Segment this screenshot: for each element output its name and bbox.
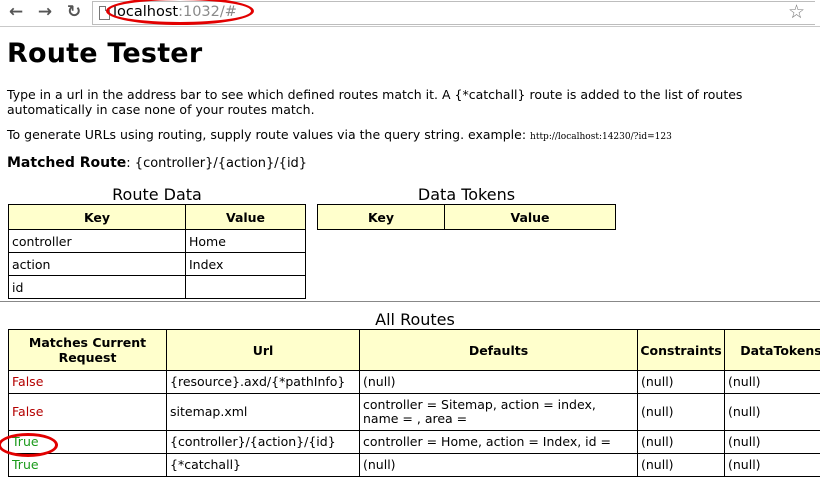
- table-cell: controller: [8, 229, 186, 253]
- table-cell: {resource}.axd/{*pathInfo}: [166, 370, 360, 394]
- all-routes-table: Matches Current Request Url Defaults Con…: [8, 329, 820, 477]
- table-cell: (null): [724, 453, 820, 477]
- route-data-table: Key Value controller Home action Index i…: [8, 204, 306, 299]
- table-row: False sitemap.xml controller = Sitemap, …: [8, 393, 820, 431]
- page-title: Route Tester: [7, 38, 203, 69]
- column-header: Key: [317, 204, 445, 230]
- column-header: Key: [8, 204, 186, 230]
- generate-text: To generate URLs using routing, supply r…: [7, 127, 672, 145]
- table-cell: action: [8, 252, 186, 276]
- column-header: Defaults: [359, 329, 638, 371]
- bookmark-star-icon[interactable]: ☆: [788, 1, 805, 23]
- table-cell: id: [8, 275, 186, 299]
- column-header: Url: [166, 329, 360, 371]
- table-cell: (null): [359, 453, 638, 477]
- table-header-row: Matches Current Request Url Defaults Con…: [8, 329, 820, 371]
- column-header: DataTokens: [724, 329, 820, 371]
- table-cell: (null): [637, 393, 725, 431]
- table-cell: (null): [637, 430, 725, 454]
- table-cell: Index: [185, 252, 306, 276]
- table-row: id: [8, 275, 306, 299]
- matched-route-label: Matched Route: [7, 155, 127, 171]
- table-cell: (null): [724, 430, 820, 454]
- column-header: Value: [444, 204, 616, 230]
- table-row: False {resource}.axd/{*pathInfo} (null) …: [8, 370, 820, 394]
- divider: [0, 301, 820, 302]
- table-cell: (null): [724, 370, 820, 394]
- table-row: controller Home: [8, 229, 306, 253]
- match-cell: False: [8, 370, 167, 394]
- table-cell: Home: [185, 229, 306, 253]
- table-cell: sitemap.xml: [166, 393, 360, 431]
- browser-toolbar: ← → ↻ localhost:1032/# ☆: [0, 0, 820, 27]
- table-cell: (null): [637, 453, 725, 477]
- intro-text: Type in a url in the address bar to see …: [7, 87, 743, 117]
- matched-route-value: : {controller}/{action}/{id}: [126, 156, 308, 171]
- back-arrow-icon[interactable]: ←: [6, 2, 26, 22]
- table-cell: {*catchall}: [166, 453, 360, 477]
- data-tokens-table: Key Value: [317, 204, 616, 230]
- column-header: Matches Current Request: [8, 329, 167, 371]
- reload-icon[interactable]: ↻: [64, 2, 84, 22]
- example-url: http://localhost:14230/?id=123: [530, 132, 672, 142]
- matched-route: Matched Route: {controller}/{action}/{id…: [7, 155, 307, 171]
- forward-arrow-icon[interactable]: →: [35, 2, 55, 22]
- table-cell: controller = Home, action = Index, id =: [359, 430, 638, 454]
- table-cell: {controller}/{action}/{id}: [166, 430, 360, 454]
- generate-text-label: To generate URLs using routing, supply r…: [7, 127, 527, 142]
- route-data-caption: Route Data: [112, 185, 202, 204]
- table-cell: (null): [724, 393, 820, 431]
- table-row: True {controller}/{action}/{id} controll…: [8, 430, 820, 454]
- match-cell: False: [8, 393, 167, 431]
- table-cell: (null): [359, 370, 638, 394]
- table-cell: controller = Sitemap, action = index, na…: [359, 393, 638, 431]
- table-header-row: Key Value: [317, 204, 616, 230]
- table-cell: (null): [637, 370, 725, 394]
- table-cell: [185, 275, 306, 299]
- table-header-row: Key Value: [8, 204, 306, 230]
- column-header: Value: [185, 204, 306, 230]
- table-row: action Index: [8, 252, 306, 276]
- true-annotation-circle: [0, 433, 58, 457]
- column-header: Constraints: [637, 329, 725, 371]
- all-routes-caption: All Routes: [375, 310, 455, 329]
- table-row: True {*catchall} (null) (null) (null): [8, 453, 820, 477]
- match-cell: True: [8, 453, 167, 477]
- data-tokens-caption: Data Tokens: [417, 185, 516, 204]
